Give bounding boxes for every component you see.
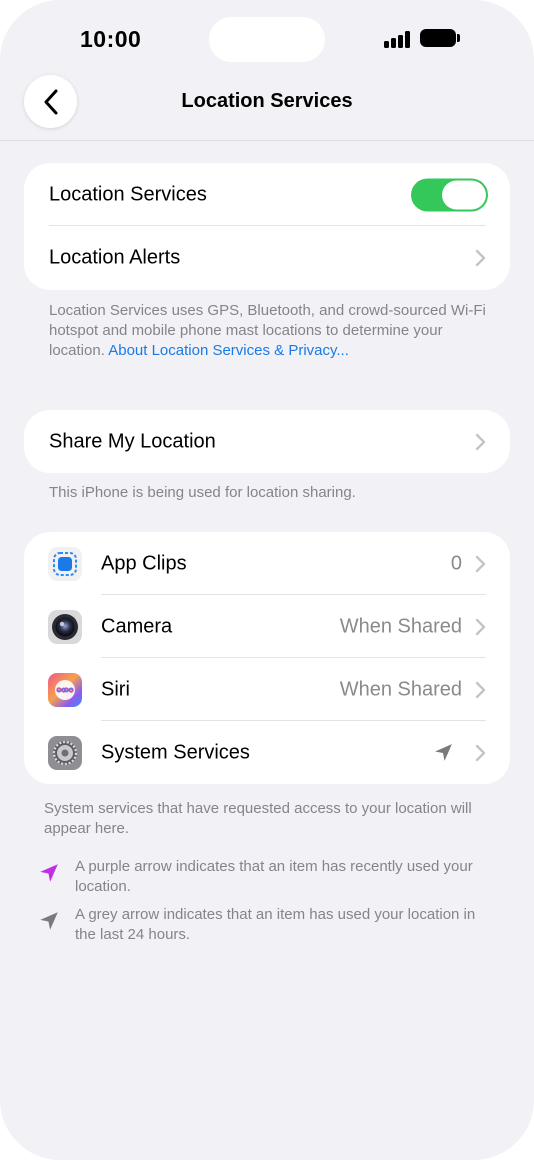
chevron-right-icon (475, 433, 486, 450)
siri-app-icon (48, 672, 82, 707)
apps-card: App Clips 0 Camera When Shared Siri When… (24, 532, 510, 784)
share-my-location-row[interactable]: Share My Location (24, 410, 510, 473)
toggle-knob (442, 180, 486, 209)
location-services-label: Location Services (49, 183, 207, 205)
siri-value: When Shared (339, 678, 462, 700)
system-services-footnote: System services that have requested acce… (44, 800, 472, 837)
share-location-card: Share My Location (24, 410, 510, 473)
status-time: 10:00 (80, 26, 142, 52)
battery-tip (457, 34, 460, 42)
location-arrow-purple-icon (40, 864, 58, 882)
siri-label: Siri (101, 678, 130, 700)
location-arrow-grey-icon (435, 744, 452, 761)
navigation-bar: Location Services (0, 72, 534, 141)
cellular-signal-icon (384, 31, 412, 48)
location-services-footnote: Location Services uses GPS, Bluetooth, a… (49, 301, 499, 361)
dynamic-island (209, 17, 325, 62)
location-services-row[interactable]: Location Services (24, 163, 510, 226)
share-my-location-label: Share My Location (49, 430, 216, 452)
chevron-right-icon (475, 744, 486, 761)
system-services-label: System Services (101, 741, 250, 763)
location-arrow-grey-icon (40, 912, 58, 930)
chevron-right-icon (475, 249, 486, 267)
grey-arrow-description: A grey arrow indicates that an item has … (75, 906, 476, 943)
battery-icon (420, 29, 456, 47)
camera-row[interactable]: Camera When Shared (24, 595, 510, 658)
purple-arrow-description: A purple arrow indicates that an item ha… (75, 858, 473, 895)
location-services-toggle[interactable] (411, 178, 488, 211)
about-location-privacy-link[interactable]: About Location Services & Privacy... (108, 342, 349, 359)
share-location-footnote: This iPhone is being used for location s… (49, 484, 356, 501)
app-clips-row[interactable]: App Clips 0 (24, 532, 510, 595)
chevron-right-icon (475, 681, 486, 698)
phone-screen: 10:00 Location Services Location Service… (0, 0, 534, 1160)
camera-app-icon (48, 609, 82, 644)
app-clips-icon (48, 546, 82, 581)
app-clips-label: App Clips (101, 552, 187, 574)
camera-label: Camera (101, 615, 173, 637)
camera-value: When Shared (339, 615, 462, 637)
location-alerts-label: Location Alerts (49, 246, 181, 269)
page-title: Location Services (181, 90, 353, 112)
system-services-row[interactable]: System Services (24, 721, 510, 784)
status-bar: 10:00 (0, 0, 534, 80)
purple-arrow-legend: A purple arrow indicates that an item ha… (0, 857, 534, 899)
app-clips-value: 0 (450, 552, 462, 574)
grey-arrow-legend: A grey arrow indicates that an item has … (0, 905, 534, 947)
chevron-right-icon (475, 555, 486, 572)
settings-gear-app-icon (48, 735, 82, 770)
location-services-card: Location Services Location Alerts (24, 163, 510, 290)
siri-row[interactable]: Siri When Shared (24, 658, 510, 721)
chevron-right-icon (475, 618, 486, 635)
location-alerts-row[interactable]: Location Alerts (24, 226, 510, 290)
